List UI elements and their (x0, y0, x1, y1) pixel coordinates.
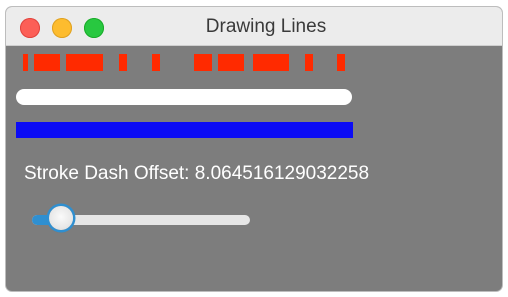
stroke-dash-offset-label: Stroke Dash Offset: 8.064516129032258 (24, 163, 370, 184)
dashed-line (23, 54, 345, 71)
dash-segments (23, 54, 345, 71)
slider-thumb[interactable] (48, 206, 73, 230)
dash-segment (23, 54, 28, 71)
title-bar[interactable]: Drawing Lines (6, 7, 502, 46)
dash-segment (253, 54, 289, 71)
offset-slider[interactable] (32, 206, 254, 234)
window-title: Drawing Lines (205, 16, 327, 37)
dash-segment (337, 54, 345, 71)
drawing-canvas: Stroke Dash Offset: 8.064516129032258 (6, 46, 502, 291)
rounded-line (16, 89, 352, 105)
dash-segment (34, 54, 60, 71)
app-window: Drawing Lines Stroke Dash Offset: 8.0645… (6, 7, 502, 291)
dash-segment (152, 54, 160, 71)
dash-segment (119, 54, 127, 71)
blue-line (16, 122, 353, 138)
dash-segment (194, 54, 212, 71)
dash-segment (305, 54, 313, 71)
dash-segment (66, 54, 103, 71)
dash-segment (218, 54, 244, 71)
